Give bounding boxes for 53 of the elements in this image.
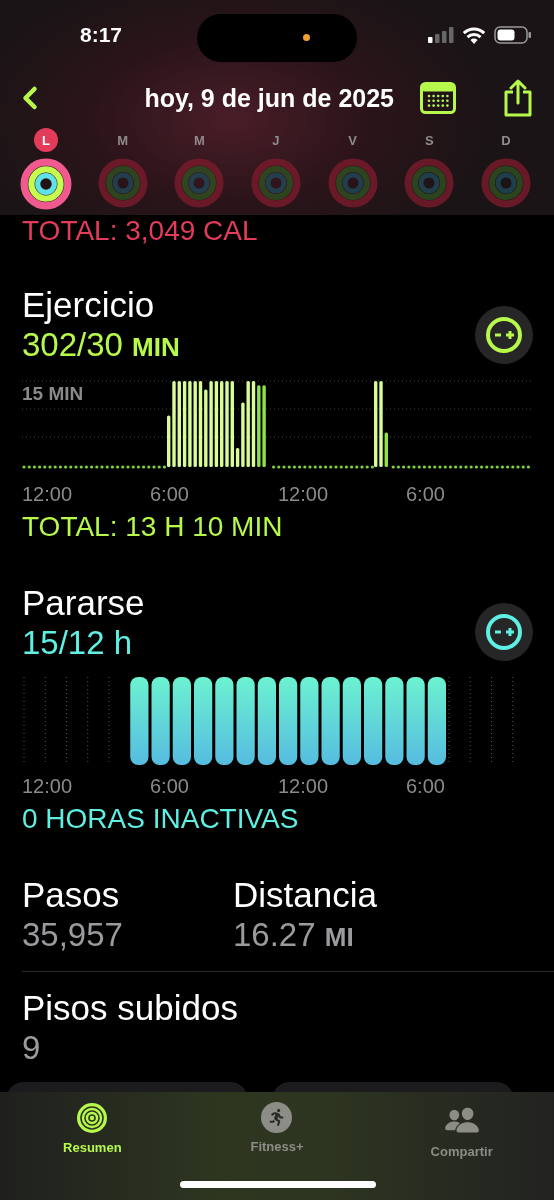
- tab-bar-item[interactable]: Compartir: [369, 1100, 554, 1164]
- weekday-letter[interactable]: M: [110, 128, 135, 152]
- activity-rings-icon: [404, 158, 455, 208]
- status-time: 8:17: [80, 23, 124, 47]
- activity-rings-icon: [174, 158, 225, 208]
- weekday-letter[interactable]: D: [493, 128, 518, 152]
- date-title: hoy, 9 de jun de 2025: [144, 83, 394, 113]
- axis-label: 12:00: [278, 482, 330, 507]
- calendar-icon: [420, 82, 456, 114]
- activity-rings-icon: [327, 158, 378, 208]
- axis-label: 6:00: [150, 482, 190, 507]
- weekday-letter[interactable]: S: [417, 128, 442, 152]
- activity-rings-icon: [480, 158, 531, 208]
- activity-rings-icon: [97, 158, 148, 208]
- tab-bar-item[interactable]: Fitness+: [184, 1100, 370, 1164]
- weekday-letter[interactable]: J: [263, 128, 288, 152]
- section-title: Ejercicio: [22, 285, 156, 325]
- activity-rings-icon: [76, 1102, 109, 1134]
- stat-label: Pasos: [22, 875, 121, 915]
- signal-icon: [428, 27, 454, 43]
- inactive-hours: 0 HORAS INACTIVAS: [22, 803, 300, 835]
- exercise-total: TOTAL: 13 H 10 MIN: [22, 511, 284, 543]
- battery-icon: [494, 26, 532, 44]
- share-icon: [502, 79, 534, 117]
- move-total: TOTAL: 3,049 CAL: [22, 215, 259, 247]
- runner-icon: [261, 1102, 293, 1133]
- axis-label: 12:00: [22, 774, 74, 799]
- exercise-value: 302/30 MIN: [22, 325, 180, 365]
- wifi-icon: [462, 26, 486, 44]
- axis-label: 6:00: [406, 774, 446, 799]
- weekday-letter[interactable]: V: [340, 128, 365, 152]
- stat-label: Distancia: [233, 875, 378, 915]
- activity-rings-icon: [250, 158, 301, 208]
- axis-label: 12:00: [278, 774, 330, 799]
- axis-label: 6:00: [150, 774, 190, 799]
- minus-plus-ring-icon: [484, 612, 524, 652]
- tab-bar-item[interactable]: Resumen: [0, 1100, 185, 1164]
- privacy-dot-icon: [303, 34, 310, 41]
- share-button[interactable]: [502, 79, 534, 117]
- stat-value: 16.27 MI: [233, 915, 355, 955]
- stand-value: 15/12 h: [22, 623, 133, 663]
- axis-label: 12:00: [22, 482, 74, 507]
- weekday-letter[interactable]: M: [187, 128, 212, 152]
- section-title: Pararse: [22, 583, 146, 623]
- gridline-label: 15 MIN: [22, 383, 84, 405]
- stat-label: Pisos subidos: [22, 988, 239, 1028]
- minus-plus-ring-icon: [484, 315, 524, 355]
- calendar-button[interactable]: [420, 82, 456, 114]
- stat-value: 35,957: [22, 915, 124, 955]
- stat-value: 9: [22, 1028, 42, 1068]
- activity-rings-icon: [20, 158, 72, 210]
- axis-label: 6:00: [406, 482, 446, 507]
- weekday-letter[interactable]: L: [34, 128, 58, 152]
